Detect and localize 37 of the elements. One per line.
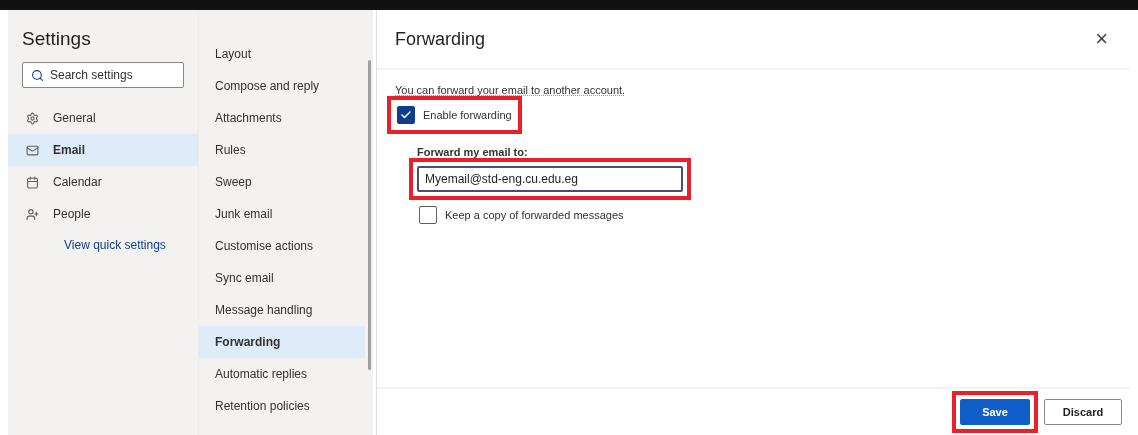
checkmark-icon <box>400 109 412 121</box>
subnav-item[interactable]: Junk email <box>199 198 365 230</box>
scrollbar-thumb[interactable] <box>367 60 371 370</box>
calendar-icon <box>26 175 39 189</box>
subnav-item[interactable]: Attachments <box>199 102 365 134</box>
checkbox[interactable] <box>419 206 437 224</box>
category-item[interactable]: General <box>8 102 198 134</box>
subnav-item[interactable]: Forwarding <box>199 326 365 358</box>
subnav-item[interactable]: Message handling <box>199 294 365 326</box>
checkbox-label: Enable forwarding <box>423 109 512 121</box>
subnav-item[interactable]: Customise actions <box>199 230 365 262</box>
subnav-item[interactable]: Sweep <box>199 166 365 198</box>
subnav-item[interactable]: Sync email <box>199 262 365 294</box>
subnav-item[interactable]: Retention policies <box>199 390 365 422</box>
search-icon <box>31 69 44 82</box>
quick-settings-link[interactable]: View quick settings <box>64 238 198 252</box>
discard-button[interactable]: Discard <box>1044 399 1122 425</box>
category-item[interactable]: Calendar <box>8 166 198 198</box>
settings-title: Settings <box>21 28 92 50</box>
intro-text: You can forward your email to another account. <box>395 84 626 96</box>
subnav-item[interactable]: Compose and reply <box>199 70 365 102</box>
save-button[interactable]: Save <box>960 399 1030 425</box>
close-button[interactable]: × <box>1091 28 1112 50</box>
checkbox-label: Keep a copy of forwarded messages <box>445 209 624 221</box>
email-field[interactable]: Myemail@std-eng.cu.edu.eg <box>417 166 683 192</box>
subnav-item[interactable]: Rules <box>199 134 365 166</box>
checkbox[interactable] <box>397 106 415 124</box>
subnav-item[interactable]: Automatic replies <box>199 358 365 390</box>
search-field[interactable]: Search settings <box>22 62 184 88</box>
category-item[interactable]: Email <box>8 134 198 166</box>
subnav-item[interactable]: Layout <box>199 38 365 70</box>
mail-icon <box>26 143 39 157</box>
category-item[interactable]: People <box>8 198 198 230</box>
pane-title: Forwarding <box>395 28 486 50</box>
person-icon <box>26 207 39 221</box>
field-label: Forward my email to: <box>417 146 528 158</box>
gear-icon <box>26 111 39 125</box>
